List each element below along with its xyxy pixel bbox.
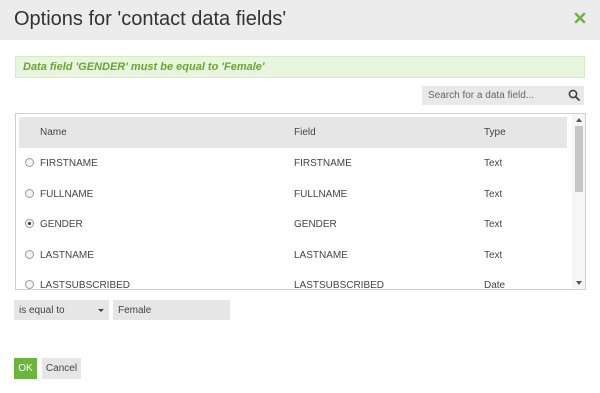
operator-select[interactable]: is equal to — [14, 300, 109, 320]
row-radio[interactable] — [25, 158, 34, 167]
row-type: Text — [484, 158, 503, 169]
row-name: FULLNAME — [40, 189, 94, 200]
row-field: LASTSUBSCRIBED — [294, 280, 385, 290]
row-field: FIRSTNAME — [294, 158, 352, 169]
row-radio[interactable] — [25, 189, 34, 198]
table-row[interactable]: GENDER GENDER Text — [19, 209, 567, 239]
alert-message: Data field 'GENDER' must be equal to 'Fe… — [23, 61, 265, 73]
data-fields-table: Name Field Type FIRSTNAME FIRSTNAME Text… — [15, 113, 586, 290]
row-name: GENDER — [40, 219, 83, 230]
row-field: LASTNAME — [294, 250, 348, 261]
row-type: Text — [484, 219, 503, 230]
row-name: FIRSTNAME — [40, 158, 98, 169]
dialog-title: Options for 'contact data fields' — [14, 8, 287, 30]
search-box[interactable] — [422, 86, 584, 105]
condition-value-input[interactable] — [113, 300, 230, 320]
row-type: Text — [484, 250, 503, 261]
scroll-down-arrow-icon[interactable] — [576, 281, 582, 285]
row-field: GENDER — [294, 219, 337, 230]
row-type: Text — [484, 189, 503, 200]
column-header-name: Name — [40, 127, 67, 138]
table-row[interactable]: FIRSTNAME FIRSTNAME Text — [19, 148, 567, 178]
info-alert: Data field 'GENDER' must be equal to 'Fe… — [15, 56, 585, 78]
search-icon[interactable] — [568, 89, 580, 101]
scroll-up-arrow-icon[interactable] — [576, 118, 582, 122]
row-radio[interactable] — [25, 280, 34, 289]
dialog-header: Options for 'contact data fields' — [0, 0, 600, 40]
table-row[interactable]: LASTSUBSCRIBED LASTSUBSCRIBED Date — [19, 270, 567, 290]
row-radio[interactable] — [25, 250, 34, 259]
row-type: Date — [484, 280, 506, 290]
chevron-down-icon — [98, 309, 104, 312]
close-icon[interactable] — [572, 10, 588, 26]
cancel-button[interactable]: Cancel — [42, 358, 81, 379]
row-field: FULLNAME — [294, 189, 348, 200]
row-name: LASTNAME — [40, 250, 94, 261]
column-header-type: Type — [484, 127, 506, 138]
row-radio-selected[interactable] — [25, 219, 34, 228]
ok-button[interactable]: OK — [14, 358, 37, 379]
search-input[interactable] — [422, 86, 562, 105]
scrollbar-thumb[interactable] — [575, 126, 583, 192]
operator-selected-value: is equal to — [19, 305, 65, 316]
table-scrollbar[interactable] — [572, 114, 585, 289]
table-header: Name Field Type — [19, 117, 567, 148]
row-name: LASTSUBSCRIBED — [40, 280, 131, 290]
table-row[interactable]: LASTNAME LASTNAME Text — [19, 240, 567, 270]
column-header-field: Field — [294, 127, 316, 138]
table-row[interactable]: FULLNAME FULLNAME Text — [19, 179, 567, 209]
